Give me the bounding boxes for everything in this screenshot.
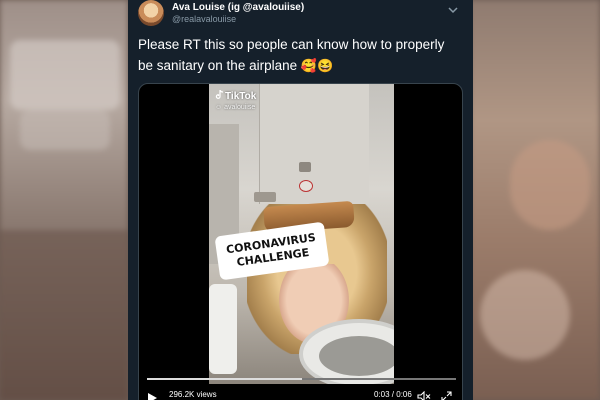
tiktok-username: ☺ avalouiise — [215, 104, 256, 111]
display-name[interactable]: Ava Louise (ig @avalouiise) — [172, 2, 304, 13]
tiktok-brand: TikTok — [225, 91, 257, 102]
chevron-down-icon[interactable] — [447, 2, 459, 14]
expand-icon[interactable] — [441, 389, 452, 400]
prohibition-sign-icon — [299, 180, 313, 192]
tweet-text: Please RT this so people can know how to… — [138, 37, 445, 73]
speaker-muted-icon[interactable] — [417, 389, 431, 400]
user-handle[interactable]: @realavalouiise — [172, 14, 236, 24]
tiktok-note-icon — [215, 90, 223, 99]
tweet-body: Please RT this so people can know how to… — [138, 34, 463, 76]
video-time: 0:03 / 0:06 — [374, 390, 412, 399]
video-controls: 296.2K views 0:03 / 0:06 — [139, 384, 462, 400]
video-progress-fill — [147, 378, 302, 380]
video-frame[interactable]: TikTok ☺ avalouiise CORONAVIRUS CHALLENG… — [209, 84, 394, 384]
tweet-card: Ava Louise (ig @avalouiise) @realavaloui… — [128, 0, 473, 400]
avatar[interactable] — [138, 0, 164, 26]
no-smoking-sign-icon — [299, 162, 311, 172]
background-right-blur — [470, 0, 600, 400]
tiktok-watermark: TikTok — [215, 90, 256, 102]
video-player[interactable]: TikTok ☺ avalouiise CORONAVIRUS CHALLENG… — [138, 83, 463, 400]
play-icon[interactable] — [147, 390, 157, 400]
tweet-header: Ava Louise (ig @avalouiise) @realavaloui… — [138, 0, 463, 28]
user-icon: ☺ — [215, 104, 223, 111]
tweet-emojis: 🥰😆 — [300, 58, 334, 73]
background-left-blur — [0, 0, 128, 400]
video-progress-bar[interactable] — [147, 378, 456, 380]
view-count: 296.2K views — [169, 390, 217, 399]
